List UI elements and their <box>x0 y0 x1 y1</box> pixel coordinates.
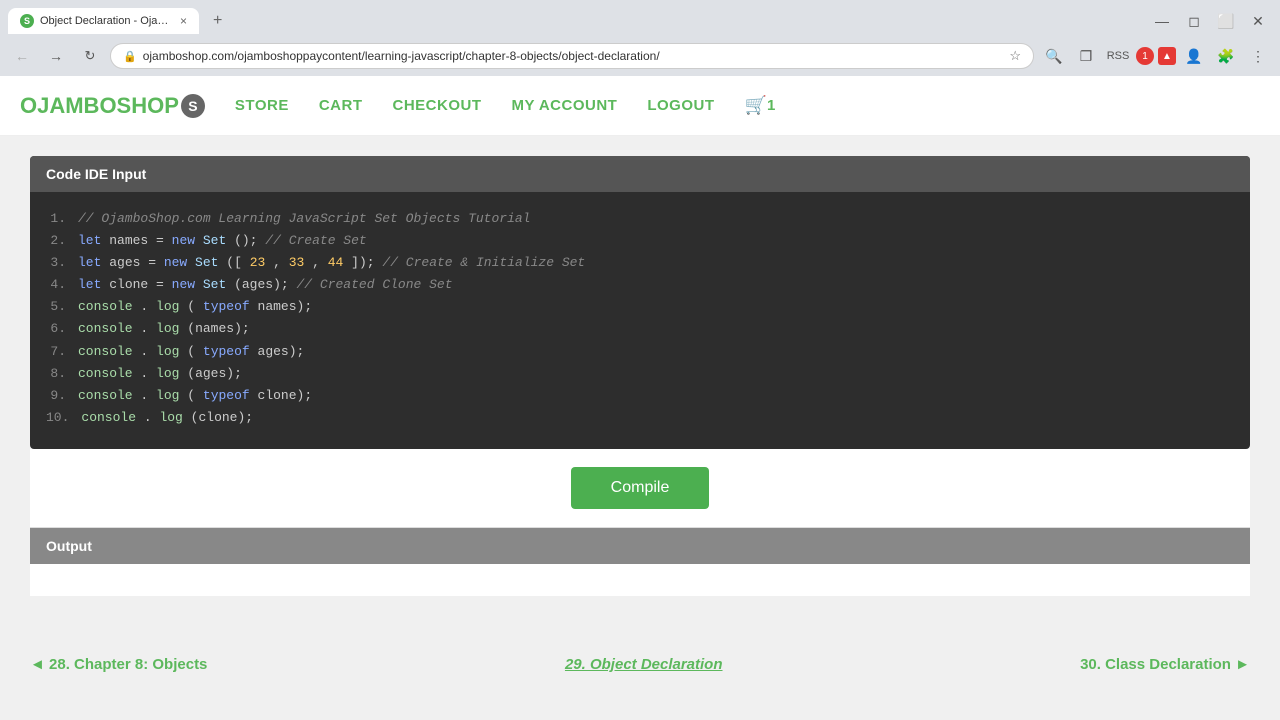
page-footer-nav: ◄ 28. Chapter 8: Objects 29. Object Decl… <box>0 636 1280 693</box>
code-body[interactable]: 1. // OjamboShop.com Learning JavaScript… <box>30 192 1250 449</box>
browser-titlebar: S Object Declaration - Ojamb... × + — ◻ … <box>0 0 1280 36</box>
browser-window: S Object Declaration - Ojamb... × + — ◻ … <box>0 0 1280 76</box>
code-ide-header: Code IDE Input <box>30 156 1250 192</box>
extension-badge[interactable]: 1 <box>1136 47 1154 65</box>
code-text-5: console . log ( typeof names); <box>78 296 1234 318</box>
logo-text: OJAMBOSHOP <box>20 93 179 119</box>
shield-extension[interactable]: ▲ <box>1158 47 1176 65</box>
code-line-8: 8. console . log (ages); <box>46 363 1234 385</box>
reload-button[interactable]: ↻ <box>76 42 104 70</box>
nav-cart-icon[interactable]: 🛒 1 <box>745 95 776 116</box>
extensions-button[interactable]: 🧩 <box>1212 42 1240 70</box>
code-text-7: console . log ( typeof ages); <box>78 341 1234 363</box>
output-title: Output <box>46 538 92 554</box>
output-section: Output <box>30 527 1250 596</box>
search-button[interactable]: 🔍 <box>1040 42 1068 70</box>
code-line-3: 3. let ages = new Set ([ 23 , 33 , 44 ] <box>46 252 1234 274</box>
code-line-1: 1. // OjamboShop.com Learning JavaScript… <box>46 208 1234 230</box>
browser-toolbar: ← → ↻ 🔒 ☆ 🔍 ❐ RSS 1 ▲ 👤 🧩 ⋮ <box>0 36 1280 76</box>
line-num-3: 3. <box>46 252 66 274</box>
code-text-9: console . log ( typeof clone); <box>78 385 1234 407</box>
code-text-6: console . log (names); <box>78 318 1234 340</box>
prev-page-link[interactable]: ◄ 28. Chapter 8: Objects <box>30 656 207 673</box>
logo-badge: S <box>181 94 205 118</box>
code-text-2: let names = new Set (); // Create Set <box>78 230 1234 252</box>
main-content: Code IDE Input 1. // OjamboShop.com Lear… <box>0 136 1280 636</box>
browser-action-buttons: 🔍 ❐ RSS 1 ▲ 👤 🧩 ⋮ <box>1040 42 1272 70</box>
code-line-5: 5. console . log ( typeof names); <box>46 296 1234 318</box>
current-page-label: 29. Object Declaration <box>565 656 723 673</box>
site-nav: OJAMBOSHOP S STORE CART CHECKOUT MY ACCO… <box>0 76 1280 136</box>
line-num-2: 2. <box>46 230 66 252</box>
page-content: OJAMBOSHOP S STORE CART CHECKOUT MY ACCO… <box>0 76 1280 693</box>
share-button[interactable]: ❐ <box>1072 42 1100 70</box>
rss-button[interactable]: RSS <box>1104 42 1132 70</box>
nav-logout[interactable]: LOGOUT <box>647 97 714 114</box>
code-line-9: 9. console . log ( typeof clone); <box>46 385 1234 407</box>
code-text-1: // OjamboShop.com Learning JavaScript Se… <box>78 208 1234 230</box>
output-header: Output <box>30 528 1250 564</box>
code-text-3: let ages = new Set ([ 23 , 33 , 44 ]); /… <box>78 252 1234 274</box>
code-line-4: 4. let clone = new Set (ages); // Create… <box>46 274 1234 296</box>
tab-close-icon[interactable]: × <box>180 14 187 28</box>
line-num-9: 9. <box>46 385 66 407</box>
browser-tab[interactable]: S Object Declaration - Ojamb... × <box>8 8 199 34</box>
code-ide-title: Code IDE Input <box>46 166 146 182</box>
code-line-10: 10. console . log (clone); <box>46 407 1234 429</box>
line-num-10: 10. <box>46 407 69 429</box>
lock-icon: 🔒 <box>123 50 137 63</box>
cart-count: 1 <box>767 97 775 114</box>
line-num-7: 7. <box>46 341 66 363</box>
line-num-8: 8. <box>46 363 66 385</box>
address-bar[interactable]: 🔒 ☆ <box>110 43 1034 69</box>
bookmark-icon: ☆ <box>1009 48 1021 64</box>
url-input[interactable] <box>143 49 1004 63</box>
nav-checkout[interactable]: CHECKOUT <box>393 97 482 114</box>
new-tab-button[interactable]: + <box>203 6 232 36</box>
line-num-6: 6. <box>46 318 66 340</box>
cart-shopping-icon: 🛒 <box>745 95 767 116</box>
code-text-4: let clone = new Set (ages); // Created C… <box>78 274 1234 296</box>
line-num-5: 5. <box>46 296 66 318</box>
code-text-10: console . log (clone); <box>81 407 1234 429</box>
code-line-6: 6. console . log (names); <box>46 318 1234 340</box>
site-logo[interactable]: OJAMBOSHOP S <box>20 93 205 119</box>
settings-button[interactable]: ⋮ <box>1244 42 1272 70</box>
code-line-7: 7. console . log ( typeof ages); <box>46 341 1234 363</box>
nav-store[interactable]: STORE <box>235 97 289 114</box>
compile-area: Compile <box>30 449 1250 527</box>
tab-favicon-icon: S <box>20 14 34 28</box>
next-page-link[interactable]: 30. Class Declaration ► <box>1080 656 1250 673</box>
code-line-2: 2. let names = new Set (); // Create Set <box>46 230 1234 252</box>
forward-button[interactable]: → <box>42 42 70 70</box>
minimize-button[interactable]: — <box>1148 7 1176 35</box>
profile-button[interactable]: 👤 <box>1180 42 1208 70</box>
maximize-button[interactable]: ⬜ <box>1212 7 1240 35</box>
restore-button[interactable]: ◻ <box>1180 7 1208 35</box>
tab-title: Object Declaration - Ojamb... <box>40 15 170 27</box>
line-num-4: 4. <box>46 274 66 296</box>
close-button[interactable]: ✕ <box>1244 7 1272 35</box>
nav-cart[interactable]: CART <box>319 97 363 114</box>
code-text-8: console . log (ages); <box>78 363 1234 385</box>
compile-button[interactable]: Compile <box>571 467 710 509</box>
back-button[interactable]: ← <box>8 42 36 70</box>
nav-my-account[interactable]: MY ACCOUNT <box>512 97 618 114</box>
code-ide: Code IDE Input 1. // OjamboShop.com Lear… <box>30 156 1250 449</box>
line-num-1: 1. <box>46 208 66 230</box>
output-body <box>30 564 1250 596</box>
